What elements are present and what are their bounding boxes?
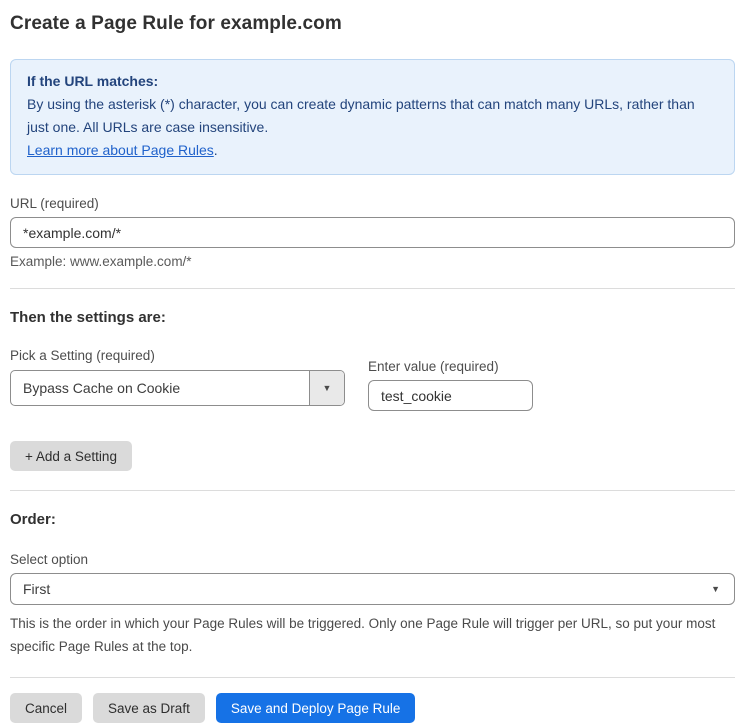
order-section-heading: Order: bbox=[10, 511, 735, 528]
url-match-info-box: If the URL matches: By using the asteris… bbox=[10, 59, 735, 175]
setting-dropdown[interactable]: Bypass Cache on Cookie ▼ bbox=[10, 370, 345, 406]
order-help-text: This is the order in which your Page Rul… bbox=[10, 612, 735, 658]
setting-picker-label: Pick a Setting (required) bbox=[10, 348, 345, 363]
order-select[interactable]: First ▼ bbox=[10, 573, 735, 605]
chevron-down-icon: ▼ bbox=[711, 584, 720, 594]
setting-value-column: Enter value (required) bbox=[368, 359, 533, 411]
page-rule-form: Create a Page Rule for example.com If th… bbox=[0, 0, 750, 723]
save-draft-button[interactable]: Save as Draft bbox=[93, 693, 205, 723]
setting-value-label: Enter value (required) bbox=[368, 359, 533, 374]
settings-row: Pick a Setting (required) Bypass Cache o… bbox=[10, 348, 735, 411]
divider bbox=[10, 490, 735, 491]
setting-value-input[interactable] bbox=[368, 380, 533, 411]
info-box-body: By using the asterisk (*) character, you… bbox=[27, 93, 718, 139]
divider bbox=[10, 677, 735, 678]
divider bbox=[10, 288, 735, 289]
setting-dropdown-value: Bypass Cache on Cookie bbox=[11, 371, 309, 405]
url-input[interactable] bbox=[10, 217, 735, 248]
learn-more-link[interactable]: Learn more about Page Rules bbox=[27, 142, 214, 158]
page-title: Create a Page Rule for example.com bbox=[10, 0, 735, 35]
info-box-heading: If the URL matches: bbox=[27, 70, 718, 93]
info-box-link-line: Learn more about Page Rules. bbox=[27, 139, 718, 162]
order-select-label: Select option bbox=[10, 552, 735, 567]
footer-actions: Cancel Save as Draft Save and Deploy Pag… bbox=[10, 693, 735, 723]
settings-section-heading: Then the settings are: bbox=[10, 309, 735, 326]
save-deploy-button[interactable]: Save and Deploy Page Rule bbox=[216, 693, 416, 723]
setting-picker-column: Pick a Setting (required) Bypass Cache o… bbox=[10, 348, 345, 411]
order-select-value: First bbox=[23, 581, 50, 597]
chevron-down-icon[interactable]: ▼ bbox=[309, 371, 344, 405]
add-setting-button[interactable]: + Add a Setting bbox=[10, 441, 132, 471]
cancel-button[interactable]: Cancel bbox=[10, 693, 82, 723]
link-suffix: . bbox=[214, 142, 218, 158]
url-field-label: URL (required) bbox=[10, 196, 735, 211]
url-example-hint: Example: www.example.com/* bbox=[10, 254, 735, 269]
